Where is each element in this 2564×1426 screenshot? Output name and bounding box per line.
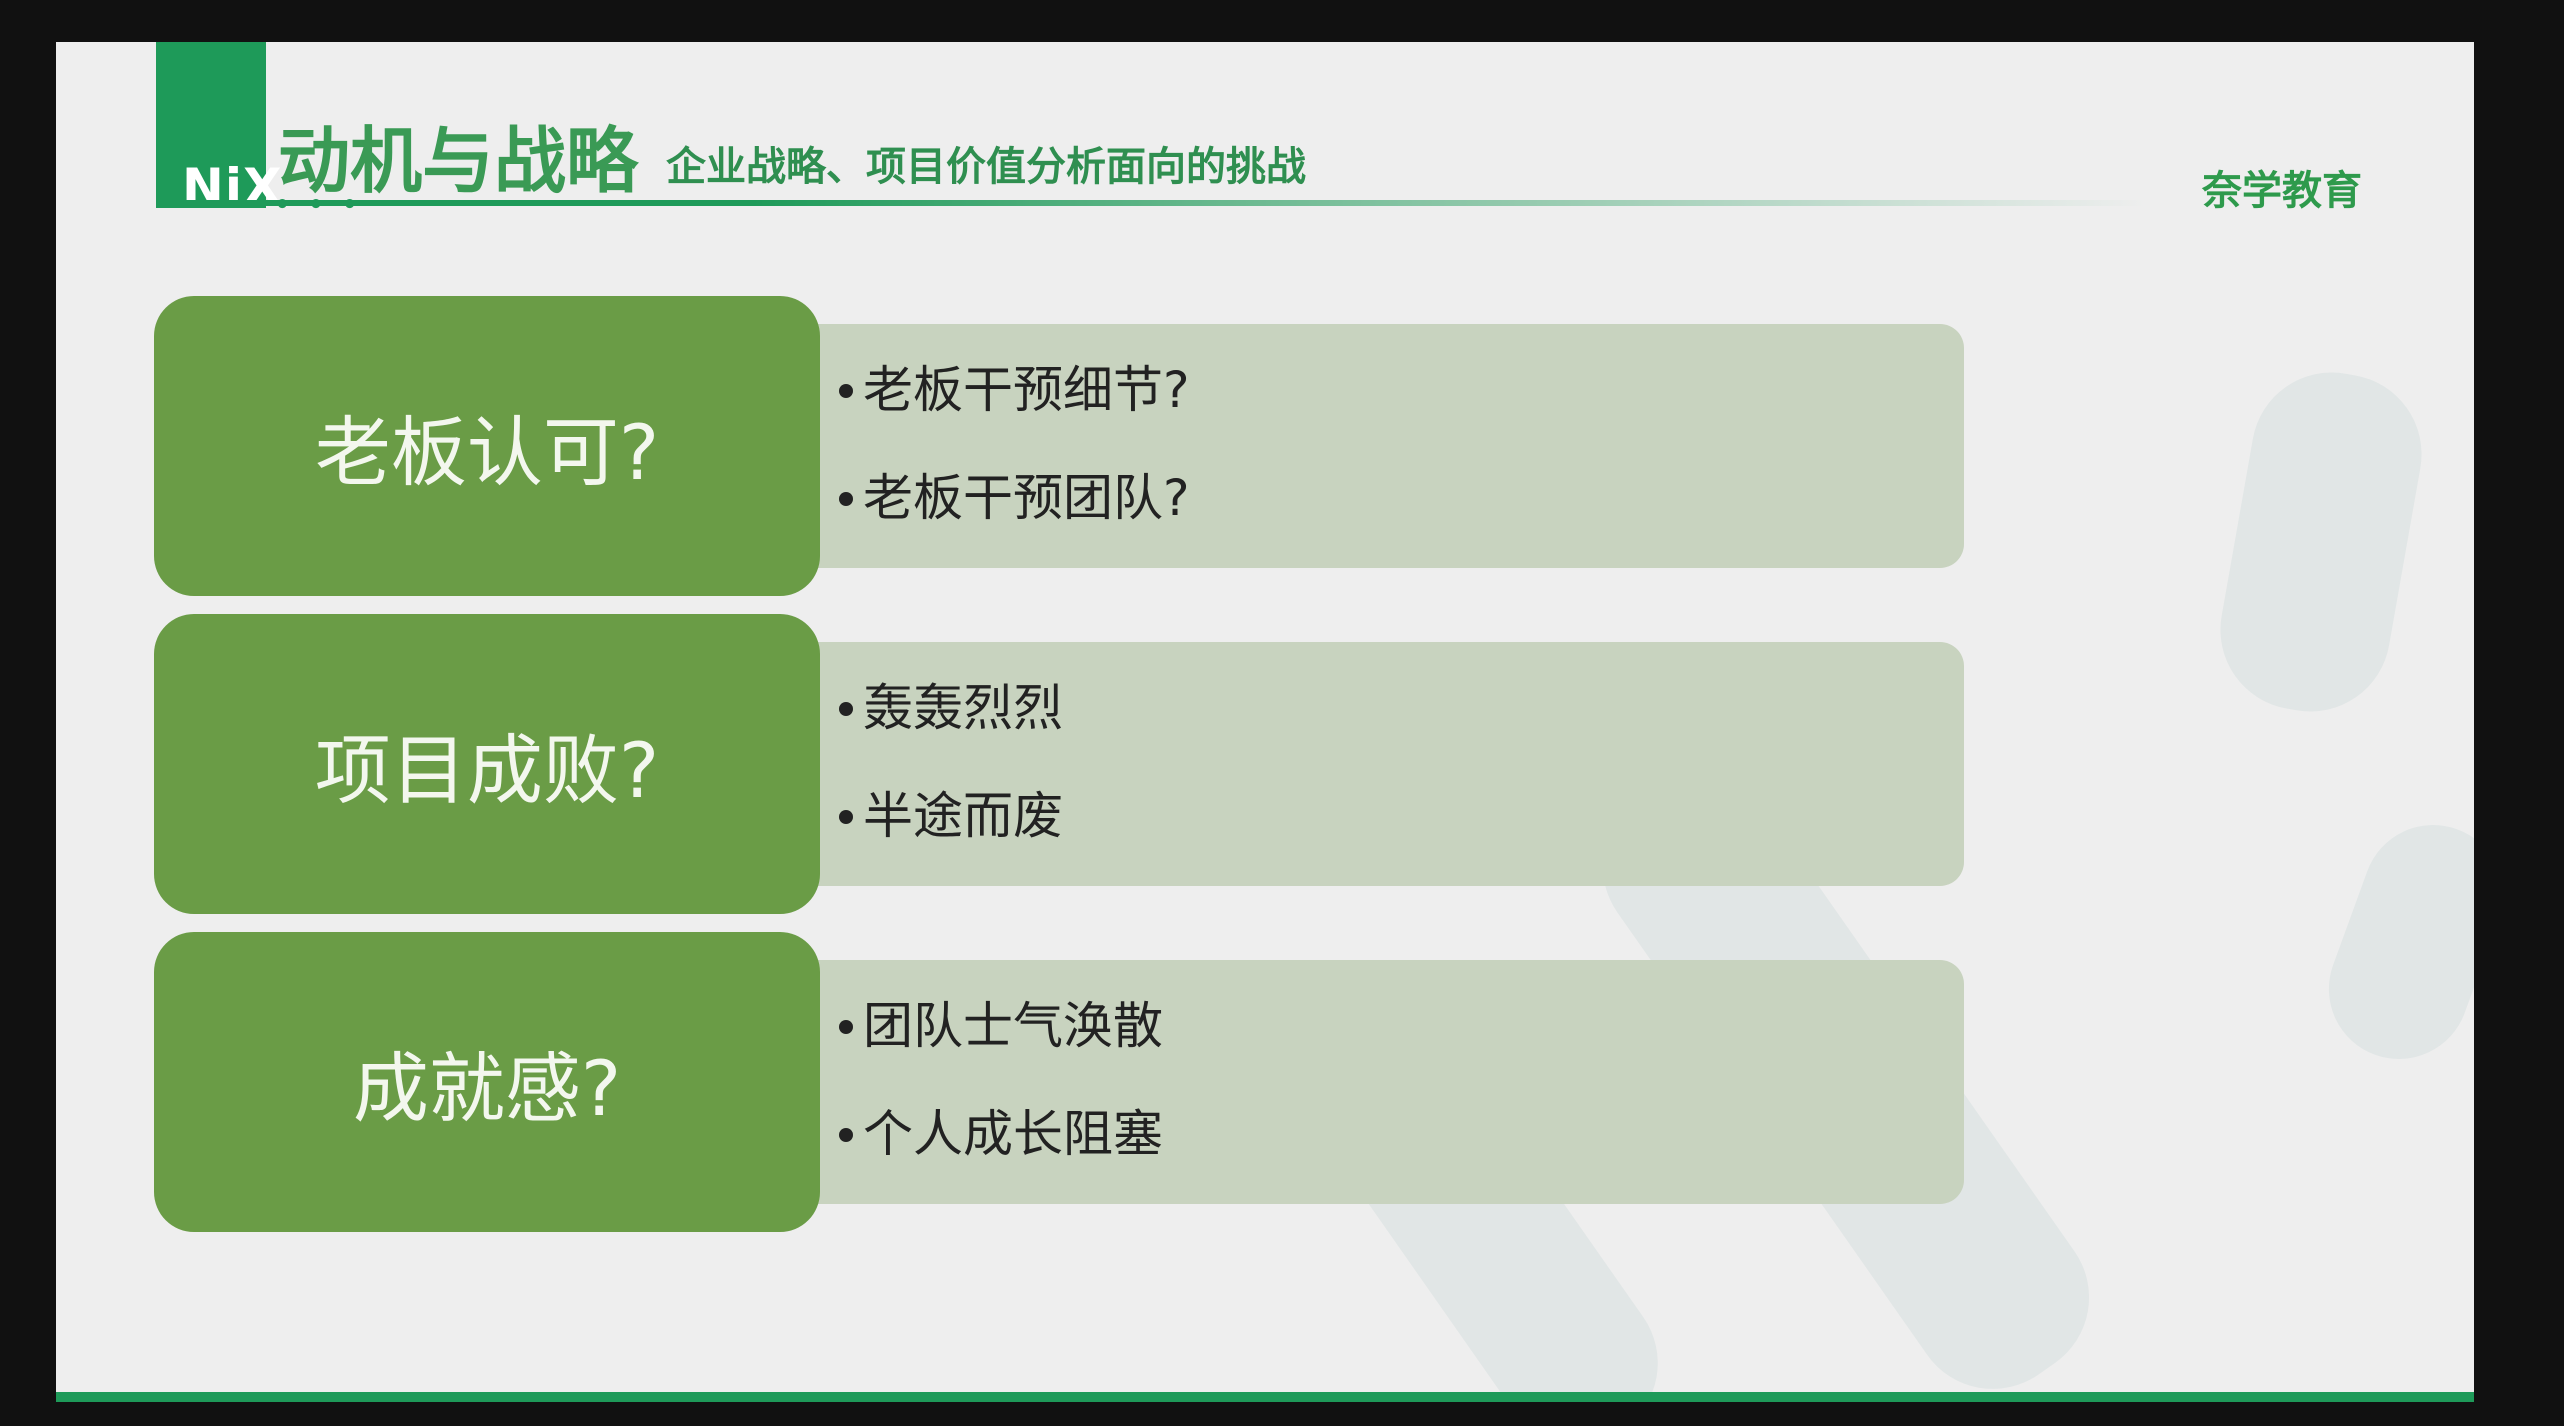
answer-item: 团队士气涣散 xyxy=(839,996,1163,1104)
watermark-shape xyxy=(2309,805,2474,1079)
answer-list: 老板干预细节? 老板干预团队? xyxy=(839,360,1190,576)
answer-text: 团队士气涣散 xyxy=(863,997,1163,1055)
question-text: 项目成败? xyxy=(314,726,660,815)
bullet-dot-icon xyxy=(839,491,853,506)
answer-text: 个人成长阻塞 xyxy=(863,1105,1163,1163)
answer-item: 老板干预细节? xyxy=(839,360,1190,468)
bullet-dot-icon xyxy=(839,383,853,398)
slide: NiX • • • 动机与战略 企业战略、项目价值分析面向的挑战 奈学教育 老板… xyxy=(56,42,2474,1402)
answer-item: 轰轰烈烈 xyxy=(839,678,1063,786)
header-divider xyxy=(156,200,2146,206)
answer-text: 半途而废 xyxy=(863,787,1063,845)
question-text: 成就感? xyxy=(352,1044,622,1133)
question-row: 项目成败? 轰轰烈烈 半途而废 xyxy=(154,614,2074,914)
question-box: 项目成败? xyxy=(154,614,820,914)
answer-list: 团队士气涣散 个人成长阻塞 xyxy=(839,996,1163,1212)
question-row: 老板认可? 老板干预细节? 老板干预团队? xyxy=(154,296,2074,596)
logo-text: NiX xyxy=(182,158,283,216)
bullet-dot-icon xyxy=(839,701,853,716)
slide-title: 动机与战略 xyxy=(278,119,639,203)
question-box: 老板认可? xyxy=(154,296,820,596)
answer-item: 老板干预团队? xyxy=(839,468,1190,576)
answer-item: 半途而废 xyxy=(839,786,1063,894)
question-box: 成就感? xyxy=(154,932,820,1232)
bullet-dot-icon xyxy=(839,1127,853,1142)
answer-text: 轰轰烈烈 xyxy=(863,679,1063,737)
bullet-dot-icon xyxy=(839,1019,853,1034)
slide-subtitle: 企业战略、项目价值分析面向的挑战 xyxy=(666,144,1306,190)
question-text: 老板认可? xyxy=(314,408,660,497)
watermark-shape xyxy=(2207,359,2435,725)
bottom-bar xyxy=(56,1392,2474,1402)
answer-text: 老板干预团队? xyxy=(863,469,1190,527)
answer-list: 轰轰烈烈 半途而废 xyxy=(839,678,1063,894)
brand-name: 奈学教育 xyxy=(2202,168,2362,214)
answer-text: 老板干预细节? xyxy=(863,361,1190,419)
question-row: 成就感? 团队士气涣散 个人成长阻塞 xyxy=(154,932,2074,1232)
answer-item: 个人成长阻塞 xyxy=(839,1104,1163,1212)
bullet-dot-icon xyxy=(839,809,853,824)
